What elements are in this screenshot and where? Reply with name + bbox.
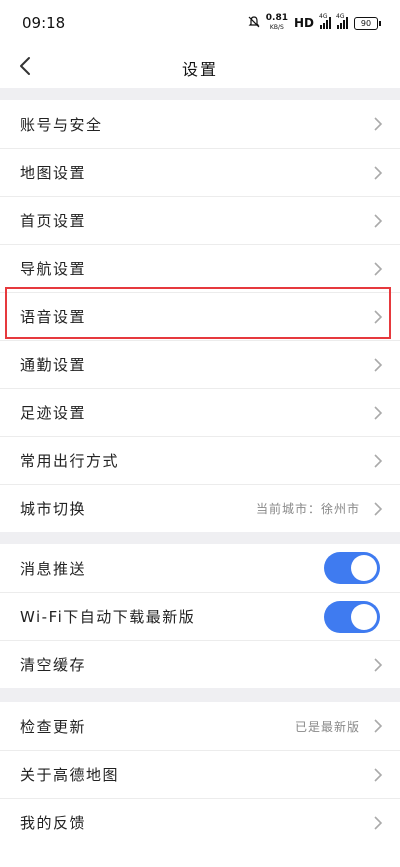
signal-2-label: 4G	[336, 13, 345, 20]
clock: 09:18	[22, 14, 66, 32]
chevron-right-icon	[374, 310, 383, 324]
city-switch-label: 城市切换	[20, 500, 87, 518]
network-speed-value: 0.81	[265, 13, 288, 23]
commute-settings-label: 通勤设置	[20, 356, 87, 374]
toggle-knob	[351, 604, 377, 630]
wifi-auto-download-toggle[interactable]	[324, 601, 380, 633]
chevron-right-icon	[374, 406, 383, 420]
chevron-right-icon	[374, 358, 383, 372]
footprint-settings-label: 足迹设置	[20, 404, 87, 422]
feedback-item[interactable]: 我的反馈	[0, 798, 400, 846]
city-switch-item[interactable]: 城市切换 当前城市：徐州市	[0, 484, 400, 532]
hd-indicator: HD	[293, 16, 314, 30]
settings-group-toggles: 消息推送 Wi-Fi下自动下载最新版 清空缓存	[0, 544, 400, 688]
signal-icon-2: 4G	[336, 13, 348, 29]
current-city-value: 当前城市：徐州市	[255, 502, 360, 516]
chevron-right-icon	[374, 117, 383, 131]
push-notification-toggle[interactable]	[324, 552, 380, 584]
clear-cache-item[interactable]: 清空缓存	[0, 640, 400, 688]
battery-icon: 90	[354, 16, 381, 30]
map-settings-label: 地图设置	[20, 164, 87, 182]
chevron-right-icon	[374, 768, 383, 782]
map-settings-item[interactable]: 地图设置	[0, 148, 400, 196]
navigation-settings-label: 导航设置	[20, 260, 87, 278]
toggle-knob	[351, 555, 377, 581]
account-security-label: 账号与安全	[20, 115, 103, 134]
home-settings-label: 首页设置	[20, 212, 87, 230]
settings-group-about: 检查更新 已是最新版 关于高德地图 我的反馈	[0, 702, 400, 867]
chevron-right-icon	[374, 719, 383, 733]
page-title: 设置	[181, 60, 218, 79]
push-notification-item: 消息推送	[0, 544, 400, 592]
signal-1-label: 4G	[319, 13, 328, 20]
check-update-item[interactable]: 检查更新 已是最新版	[0, 702, 400, 750]
travel-mode-label: 常用出行方式	[20, 452, 120, 470]
settings-group-main: 账号与安全 地图设置 首页设置 导航设置 语音设置 通勤设置 足迹设置 常用出行…	[0, 100, 400, 532]
wifi-auto-download-item: Wi-Fi下自动下载最新版	[0, 592, 400, 640]
clear-cache-label: 清空缓存	[20, 656, 87, 674]
network-speed: 0.81 KB/S	[266, 14, 288, 32]
chevron-right-icon	[374, 816, 383, 830]
push-notification-label: 消息推送	[20, 559, 87, 578]
wifi-auto-download-label: Wi-Fi下自动下载最新版	[20, 608, 196, 626]
account-security-item[interactable]: 账号与安全	[0, 100, 400, 148]
mute-icon	[248, 15, 260, 31]
voice-settings-item[interactable]: 语音设置	[0, 292, 400, 340]
chevron-right-icon	[374, 214, 383, 228]
about-item[interactable]: 关于高德地图	[0, 750, 400, 798]
travel-mode-item[interactable]: 常用出行方式	[0, 436, 400, 484]
chevron-right-icon	[374, 658, 383, 672]
network-speed-unit: KB/S	[269, 24, 284, 31]
navigation-bar: 设置	[0, 46, 400, 88]
navigation-settings-item[interactable]: 导航设置	[0, 244, 400, 292]
chevron-right-icon	[374, 454, 383, 468]
update-status-value: 已是最新版	[294, 719, 360, 734]
status-bar: 09:18 0.81 KB/S HD 4G 4G 90	[0, 0, 400, 46]
feedback-label: 我的反馈	[20, 814, 87, 832]
status-icons: 0.81 KB/S HD 4G 4G 90	[248, 12, 381, 34]
chevron-right-icon	[374, 502, 383, 516]
chevron-right-icon	[374, 262, 383, 276]
chevron-right-icon	[374, 166, 383, 180]
check-update-label: 检查更新	[20, 717, 87, 736]
voice-settings-label: 语音设置	[20, 308, 87, 326]
signal-icon-1: 4G	[319, 13, 331, 29]
footprint-settings-item[interactable]: 足迹设置	[0, 388, 400, 436]
about-label: 关于高德地图	[20, 766, 120, 784]
home-settings-item[interactable]: 首页设置	[0, 196, 400, 244]
commute-settings-item[interactable]: 通勤设置	[0, 340, 400, 388]
